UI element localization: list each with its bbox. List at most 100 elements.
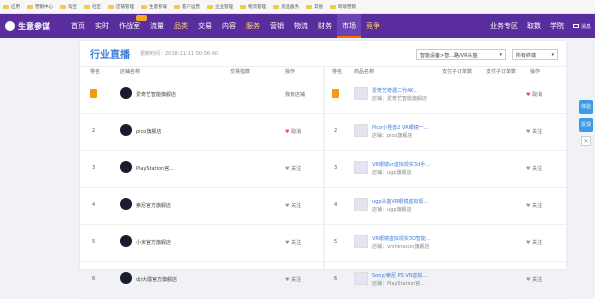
product-shop: 店铺：vrshinecon旗舰店 bbox=[372, 244, 430, 250]
product-name[interactable]: 爱奇艺奇遇二代4K... bbox=[372, 87, 418, 94]
shop-name[interactable]: dji大疆官方旗舰店 bbox=[136, 276, 177, 283]
bookmark-item[interactable]: 社区 bbox=[84, 4, 101, 10]
shop-name[interactable]: 小米官方旗舰店 bbox=[136, 239, 171, 246]
product-thumbnail[interactable] bbox=[354, 161, 368, 174]
product-shop: 店铺：ugp旗舰店 bbox=[372, 170, 412, 176]
bookmark-label: 跨境营销 bbox=[338, 4, 356, 10]
nav-item-finance[interactable]: 财务 bbox=[313, 21, 337, 31]
folder-icon bbox=[330, 4, 336, 9]
bookmark-item[interactable]: 物流管理 bbox=[240, 4, 266, 10]
follow-label: 关注 bbox=[532, 240, 543, 246]
product-name[interactable]: VR眼镜虚拟现实3D智能... bbox=[372, 235, 431, 242]
nav-messages[interactable]: 消息 bbox=[572, 23, 591, 30]
nav-item-home[interactable]: 首页 bbox=[66, 21, 90, 31]
left-header-rank: 排名 bbox=[90, 69, 101, 75]
terminal-select[interactable]: 所有终端 ▾ bbox=[512, 49, 558, 60]
shop-logo-icon bbox=[120, 87, 132, 99]
bookmark-item[interactable]: 店铺管理 bbox=[108, 4, 134, 10]
bookmark-item[interactable]: 跨境营销 bbox=[330, 4, 356, 10]
medal-icon bbox=[332, 89, 339, 98]
nav-item-competition[interactable]: 竞争 bbox=[361, 21, 385, 31]
bookmark-label: 营销中心 bbox=[35, 4, 53, 10]
product-name[interactable]: Pico小怪兽2 VR眼镜一... bbox=[372, 124, 429, 131]
shop-name[interactable]: pico旗舰店 bbox=[136, 128, 161, 135]
product-thumbnail[interactable] bbox=[354, 272, 368, 285]
table-row: 6 dji大疆官方旗舰店 ♥ 关注 6 Sony/索尼 PS VR虚拟... 店铺：Pla… bbox=[80, 262, 566, 299]
bookmark-item[interactable]: 客户运营 bbox=[174, 4, 200, 10]
follow-button[interactable]: ♥ 取消 bbox=[285, 128, 301, 135]
product-name[interactable]: ugp头盔VR眼镜虚拟现... bbox=[372, 198, 428, 205]
bookmark-item[interactable]: 其他 bbox=[306, 4, 323, 10]
envelope-icon bbox=[572, 24, 579, 28]
follow-label: 关注 bbox=[532, 203, 543, 209]
nav-business-zone[interactable]: 业务专区 bbox=[490, 21, 518, 31]
nav-academy[interactable]: 学院 bbox=[550, 21, 564, 31]
nav-item-trade[interactable]: 交易 bbox=[193, 21, 217, 31]
folder-icon bbox=[207, 4, 213, 9]
bookmark-label: 应用 bbox=[11, 4, 20, 10]
brand-logo-icon bbox=[5, 21, 15, 31]
bookmark-item[interactable]: 企业管理 bbox=[207, 4, 233, 10]
rank-number: 4 bbox=[92, 202, 96, 208]
shop-name[interactable]: 爱奇艺智能旗舰店 bbox=[136, 91, 176, 98]
follow-button[interactable]: ♥ 关注 bbox=[285, 276, 301, 283]
bookmark-item[interactable]: 营销中心 bbox=[27, 4, 53, 10]
table-row: 3 PlayStation官... ♥ 关注 3 VR眼镜vr虚拟现实3d手... 店铺：… bbox=[80, 151, 566, 188]
shop-name[interactable]: PlayStation官... bbox=[136, 165, 174, 172]
folder-icon bbox=[3, 4, 9, 9]
product-name[interactable]: Sony/索尼 PS VR虚拟... bbox=[372, 272, 427, 279]
nav-item-marketing[interactable]: 营销 bbox=[265, 21, 289, 31]
follow-label: 关注 bbox=[532, 129, 543, 135]
follow-button[interactable]: 我有店铺 bbox=[285, 91, 305, 98]
follow-label: 取消 bbox=[532, 92, 543, 98]
close-icon[interactable]: × bbox=[581, 136, 591, 146]
bookmark-item[interactable]: 应用 bbox=[3, 4, 20, 10]
industry-live-panel: 行业直播 更新时间：2018-11-11 00:06:40 智能设备>智...路… bbox=[80, 41, 566, 299]
folder-icon bbox=[240, 4, 246, 9]
follow-label: 取消 bbox=[291, 129, 302, 135]
follow-button[interactable]: ♥ 关注 bbox=[526, 202, 542, 209]
feedback-button[interactable]: 反馈 bbox=[579, 118, 593, 132]
nav-item-realtime[interactable]: 实时 bbox=[90, 21, 114, 31]
nav-item-content[interactable]: 内容 bbox=[217, 21, 241, 31]
follow-label: 关注 bbox=[291, 240, 302, 246]
chevron-down-icon: ▾ bbox=[499, 52, 502, 58]
follow-button[interactable]: ♥ 关注 bbox=[526, 165, 542, 172]
bookmark-label: 店铺管理 bbox=[116, 4, 134, 10]
category-value: 智能设备>智...路/VR头盔 bbox=[420, 53, 478, 59]
follow-button[interactable]: ♥ 关注 bbox=[285, 202, 301, 209]
product-thumbnail[interactable] bbox=[354, 235, 368, 248]
bookmark-item[interactable]: 生意参谋 bbox=[141, 4, 167, 10]
nav-fetch-data[interactable]: 取数 bbox=[527, 21, 541, 31]
nav-item-category[interactable]: 品类 bbox=[169, 21, 193, 31]
nav-item-market[interactable]: 市场 bbox=[337, 14, 361, 38]
follow-label: 关注 bbox=[532, 277, 543, 283]
nav-item-traffic[interactable]: 流量 bbox=[145, 21, 169, 31]
nav-item-warroom[interactable]: 作战室 bbox=[114, 15, 147, 31]
product-thumbnail[interactable] bbox=[354, 87, 368, 100]
bookmark-label: 其他 bbox=[314, 4, 323, 10]
experience-button[interactable]: 体验 bbox=[579, 100, 593, 114]
follow-button[interactable]: ♥ 关注 bbox=[526, 276, 542, 283]
nav-item-service[interactable]: 服务 bbox=[241, 21, 265, 31]
shop-name[interactable]: 索尼官方旗舰店 bbox=[136, 202, 171, 209]
category-select[interactable]: 智能设备>智...路/VR头盔 ▾ bbox=[416, 49, 506, 60]
bookmark-label: 物流管理 bbox=[248, 4, 266, 10]
bookmark-item[interactable]: 货品服务 bbox=[273, 4, 299, 10]
product-name[interactable]: VR眼镜vr虚拟现实3d手... bbox=[372, 161, 430, 168]
follow-button[interactable]: ♥ 关注 bbox=[526, 128, 542, 135]
follow-button[interactable]: ♥ 取消 bbox=[526, 91, 542, 98]
product-thumbnail[interactable] bbox=[354, 198, 368, 211]
folder-icon bbox=[141, 4, 147, 9]
follow-button[interactable]: ♥ 关注 bbox=[285, 239, 301, 246]
follow-label: 关注 bbox=[291, 277, 302, 283]
rank-number: 6 bbox=[334, 276, 338, 282]
bookmark-item[interactable]: 淘宝 bbox=[60, 4, 77, 10]
nav-item-logistics[interactable]: 物流 bbox=[289, 21, 313, 31]
shop-logo-icon bbox=[120, 161, 132, 173]
brand[interactable]: 生意参谋 bbox=[0, 21, 66, 32]
follow-button[interactable]: ♥ 关注 bbox=[285, 165, 301, 172]
right-header-orders: 支付子订单数 bbox=[442, 69, 473, 75]
product-thumbnail[interactable] bbox=[354, 124, 368, 137]
follow-button[interactable]: ♥ 关注 bbox=[526, 239, 542, 246]
